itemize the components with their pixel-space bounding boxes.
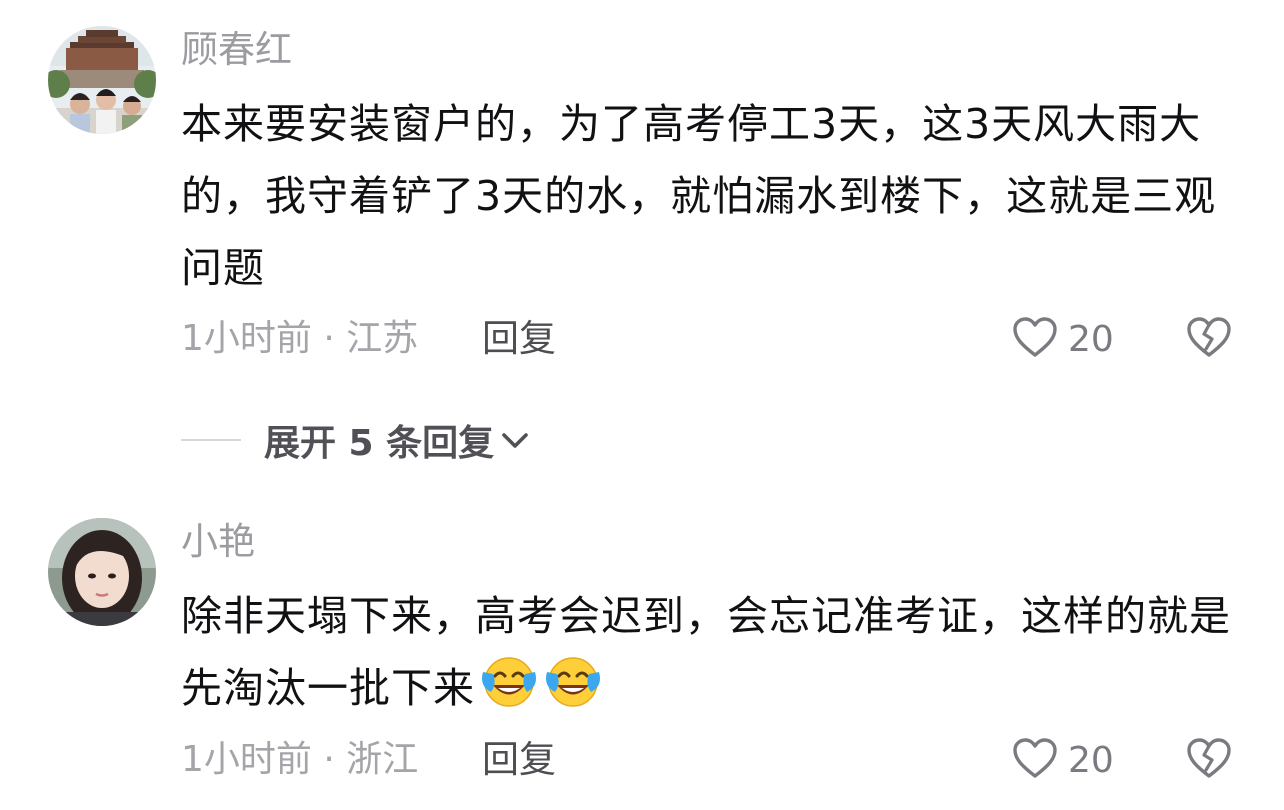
broken-heart-icon <box>1186 316 1232 362</box>
username[interactable]: 顾春红 <box>181 26 292 74</box>
username[interactable]: 小艳 <box>181 518 255 566</box>
like-button[interactable]: 20 <box>1012 315 1114 363</box>
comment-list: 顾春红 本来要安装窗户的，为了高考停工3天，这3天风大雨大的，我守着铲了3天的水… <box>0 0 1284 810</box>
heart-outline-icon <box>1012 316 1058 362</box>
comment-time-location: 1小时前 · 浙江 <box>181 739 419 780</box>
face-with-tears-of-joy-icon <box>479 652 539 732</box>
expand-replies-label: 展开 5 条回复 <box>264 423 495 464</box>
reply-button[interactable]: 回复 <box>482 315 556 363</box>
broken-heart-icon <box>1186 737 1232 783</box>
comment-text: 本来要安装窗户的，为了高考停工3天，这3天风大雨大的，我守着铲了3天的水，就怕漏… <box>181 100 1217 292</box>
comment-time-location: 1小时前 · 江苏 <box>181 318 419 359</box>
avatar[interactable] <box>48 518 156 626</box>
dislike-button[interactable] <box>1186 315 1232 363</box>
expand-divider <box>181 439 241 441</box>
reply-button[interactable]: 回复 <box>482 736 556 784</box>
heart-outline-icon <box>1012 737 1058 783</box>
comment-text: 除非天塌下来，高考会迟到，会忘记准考证，这样的就是先淘汰一批下来 <box>181 580 1241 732</box>
like-button[interactable]: 20 <box>1012 736 1114 784</box>
expand-replies-button[interactable]: 展开 5 条回复 <box>181 416 532 464</box>
like-count: 20 <box>1068 318 1114 360</box>
dislike-button[interactable] <box>1186 736 1232 784</box>
like-count: 20 <box>1068 739 1114 781</box>
avatar[interactable] <box>48 26 156 134</box>
comment-text-content: 除非天塌下来，高考会迟到，会忘记准考证，这样的就是先淘汰一批下来 <box>181 592 1231 712</box>
face-with-tears-of-joy-icon <box>543 652 603 732</box>
chevron-down-icon <box>498 428 532 452</box>
